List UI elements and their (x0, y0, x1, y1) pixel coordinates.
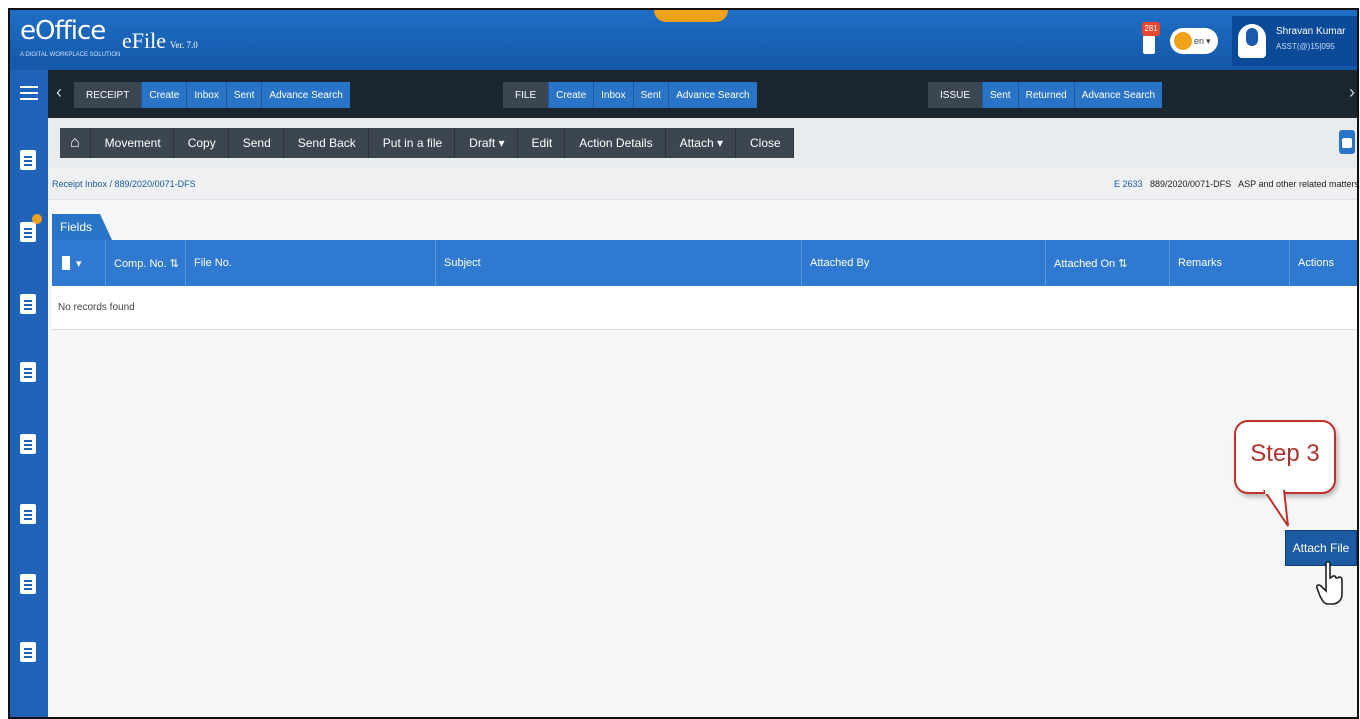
avatar (1238, 24, 1266, 58)
action-toolbar: ⌂ Movement Copy Send Send Back Put in a … (48, 118, 1357, 168)
col-file-no: File No. (186, 240, 436, 286)
step-label: Step 3 (1250, 440, 1320, 467)
hamburger-menu-icon[interactable] (20, 86, 38, 100)
sidebar-records-icon[interactable] (18, 432, 40, 456)
top-header: eOffice A DIGITAL WORKPLACE SOLUTION eFi… (10, 10, 1357, 70)
sidebar-movement-icon[interactable] (18, 360, 40, 384)
receipt-sent[interactable]: Sent (225, 82, 262, 108)
file-inbox[interactable]: Inbox (593, 82, 633, 108)
user-designation: ASST(@)15|095 (1276, 42, 1335, 51)
user-name: Shravan Kumar (1276, 26, 1346, 37)
receipt-menu: RECEIPT Create Inbox Sent Advance Search (74, 82, 350, 108)
file-advance-search[interactable]: Advance Search (668, 82, 757, 108)
receipt-subject: ASP and other related matters (1238, 179, 1359, 189)
receipt-label: RECEIPT (74, 82, 142, 108)
sidebar (10, 70, 48, 717)
app-name: eFile Ver. 7.0 (122, 28, 198, 54)
sidebar-home-icon[interactable] (18, 502, 40, 526)
callout-pointer (1262, 490, 1289, 527)
home-icon: ⌂ (70, 134, 80, 151)
action-details-button[interactable]: Action Details (567, 128, 666, 158)
logo-text: eOffice (20, 16, 106, 46)
header-pull-tab[interactable] (654, 10, 728, 22)
select-all-checkbox[interactable]: ▾ (52, 240, 106, 286)
app-window: eOffice A DIGITAL WORKPLACE SOLUTION eFi… (8, 8, 1359, 719)
sidebar-dispatch-icon[interactable] (18, 292, 40, 316)
col-subject: Subject (436, 240, 802, 286)
send-button[interactable]: Send (230, 128, 284, 158)
notification-bell-icon[interactable]: 281 (1140, 22, 1160, 56)
hand-pointer-icon (1316, 560, 1343, 605)
issue-label: ISSUE (928, 82, 983, 108)
edit-button[interactable]: Edit (519, 128, 566, 158)
attach-dropdown-button[interactable]: Attach ▾ (667, 128, 736, 158)
empty-table-row: No records found (52, 286, 1357, 330)
breadcrumb[interactable]: Receipt Inbox / 889/2020/0071-DFS (52, 179, 196, 189)
user-profile[interactable]: Shravan Kumar ASST(@)15|095 (1232, 16, 1357, 66)
module-menubar: ‹ RECEIPT Create Inbox Sent Advance Sear… (48, 70, 1357, 118)
table-header: ▾ Comp. No. ⇅ File No. Subject Attached … (52, 240, 1357, 286)
receipt-inbox[interactable]: Inbox (186, 82, 226, 108)
issue-returned[interactable]: Returned (1017, 82, 1074, 108)
scroll-left-icon[interactable]: ‹ (56, 82, 62, 103)
file-sent[interactable]: Sent (632, 82, 669, 108)
language-selector[interactable]: en ▾ (1170, 28, 1218, 54)
empty-message: No records found (58, 302, 135, 313)
issue-menu: ISSUE Sent Returned Advance Search (928, 82, 1163, 108)
print-icon[interactable] (1339, 130, 1355, 154)
put-in-file-button[interactable]: Put in a file (370, 128, 456, 158)
language-value: en (1194, 36, 1205, 46)
tab-fields[interactable]: Fields (52, 214, 112, 240)
sidebar-file-icon[interactable] (18, 214, 42, 244)
col-actions: Actions (1298, 257, 1335, 269)
receipt-file-number: 889/2020/0071-DFS (1150, 179, 1232, 189)
breadcrumb-bar: Receipt Inbox / 889/2020/0071-DFS E 2633… (48, 168, 1359, 200)
main-content: Fields ▾ Comp. No. ⇅ File No. Subject At… (48, 200, 1357, 717)
copy-button[interactable]: Copy (175, 128, 229, 158)
notification-count: 281 (1142, 22, 1160, 36)
col-attached-on[interactable]: Attached On ⇅ (1046, 240, 1170, 286)
col-attached-by: Attached By (802, 240, 1046, 286)
draft-button[interactable]: Draft ▾ (457, 128, 518, 158)
close-button[interactable]: Close (738, 128, 794, 158)
file-label: FILE (503, 82, 549, 108)
home-button[interactable]: ⌂ (60, 128, 91, 158)
receipt-create[interactable]: Create (141, 82, 187, 108)
receipt-summary: E 2633 889/2020/0071-DFS ASP and other r… (1113, 179, 1359, 189)
sidebar-reports-icon[interactable] (18, 572, 40, 596)
file-menu: FILE Create Inbox Sent Advance Search (503, 82, 757, 108)
movement-button[interactable]: Movement (92, 128, 174, 158)
app-name-text: eFile (122, 28, 166, 53)
issue-advance-search[interactable]: Advance Search (1073, 82, 1163, 108)
send-back-button[interactable]: Send Back (285, 128, 369, 158)
sidebar-settings-icon[interactable] (18, 640, 40, 664)
receipt-number: E 2633 (1113, 179, 1143, 189)
receipt-advance-search[interactable]: Advance Search (261, 82, 350, 108)
chevron-down-icon: ▾ (1206, 35, 1211, 46)
col-comp-no[interactable]: Comp. No. ⇅ (106, 240, 186, 286)
eoffice-logo: eOffice A DIGITAL WORKPLACE SOLUTION (20, 16, 120, 58)
file-create[interactable]: Create (548, 82, 594, 108)
chevron-down-icon: ▾ (76, 257, 82, 270)
scroll-right-icon[interactable]: › (1349, 82, 1355, 103)
step-callout: Step 3 (1234, 420, 1336, 494)
logo-tagline: A DIGITAL WORKPLACE SOLUTION (20, 52, 121, 58)
sidebar-receipt-icon[interactable] (18, 148, 40, 172)
globe-icon (1174, 32, 1192, 50)
issue-sent[interactable]: Sent (982, 82, 1018, 108)
col-remarks: Remarks (1170, 240, 1290, 286)
app-version: Ver. 7.0 (170, 40, 198, 50)
